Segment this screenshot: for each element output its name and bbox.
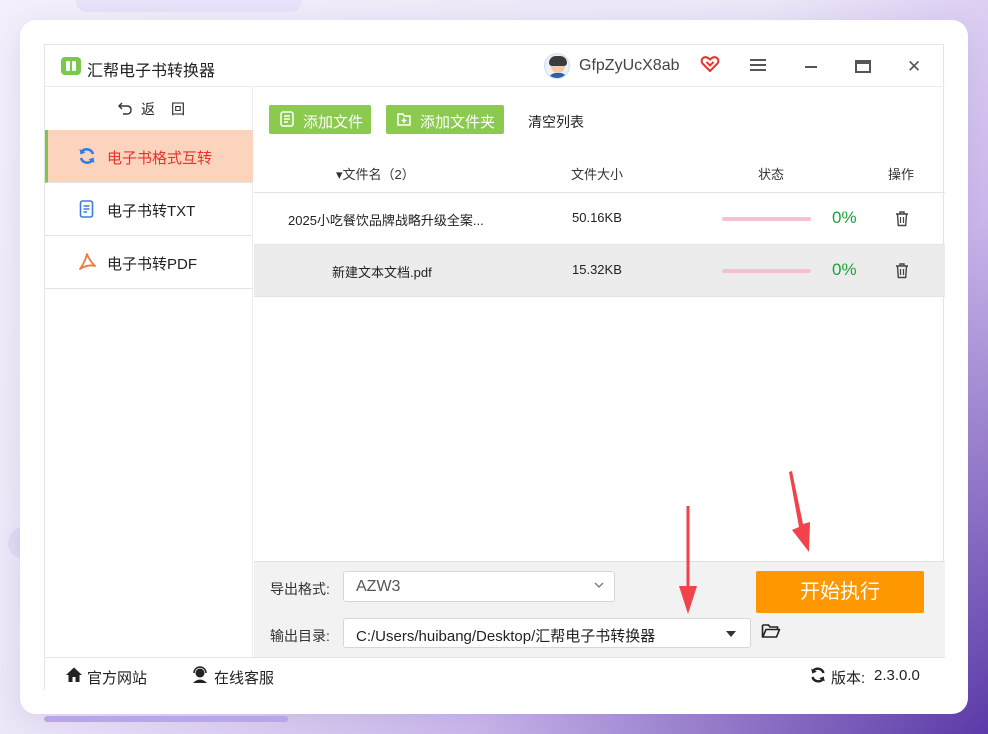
dropdown-caret-icon[interactable] xyxy=(726,631,736,637)
output-dir-label: 输出目录: xyxy=(270,628,330,644)
progress-bar xyxy=(722,217,811,221)
chevron-down-icon xyxy=(594,582,604,588)
add-file-label: 添加文件 xyxy=(303,114,364,131)
back-arrow-icon xyxy=(118,102,132,115)
export-format-label: 导出格式: xyxy=(270,581,330,597)
sidebar-item-label: 电子书转PDF xyxy=(107,256,198,273)
background-bar xyxy=(44,716,288,722)
clear-list-button[interactable]: 清空列表 xyxy=(528,112,584,132)
table-row[interactable]: 新建文本文档.pdf 15.32KB 0% xyxy=(254,245,945,297)
open-folder-icon[interactable] xyxy=(761,622,781,640)
annotation-arrow-down-icon xyxy=(679,506,697,614)
username[interactable]: GfpZyUcX8ab xyxy=(579,57,679,75)
vip-heart-icon[interactable] xyxy=(700,54,720,74)
file-size: 15.32KB xyxy=(572,262,622,277)
annotation-arrow-down-icon xyxy=(789,471,810,552)
back-button[interactable]: 返回 xyxy=(45,87,253,129)
progress-percent: 0% xyxy=(832,208,857,227)
column-header-status: 状态 xyxy=(758,167,785,182)
export-format-select[interactable]: AZW3 xyxy=(343,571,615,602)
customer-service-icon xyxy=(193,666,207,683)
column-header-size: 文件大小 xyxy=(571,167,624,182)
sidebar: 返回 电子书格式互转 电子书转TXT 电子书转PDF xyxy=(45,87,253,657)
version-label: 版本: xyxy=(831,670,866,687)
table-header: ▾文件名（2） 文件大小 状态 操作 xyxy=(254,149,945,193)
close-icon[interactable]: ✕ xyxy=(907,57,921,77)
minimize-icon[interactable] xyxy=(805,66,817,68)
trash-icon[interactable] xyxy=(895,210,909,227)
add-file-button[interactable]: 添加文件 xyxy=(269,105,371,134)
output-dir-value: C:/Users/huibang/Desktop/汇帮电子书转换器 xyxy=(356,628,656,645)
update-refresh-icon[interactable] xyxy=(809,666,827,684)
official-website-link[interactable]: 官方网站 xyxy=(87,667,147,688)
app-window: 汇帮电子书转换器 GfpZyUcX8ab ✕ 返回 电子书格式互转 电子书转TX… xyxy=(44,44,945,691)
export-format-value: AZW3 xyxy=(356,578,401,595)
column-header-name[interactable]: ▾文件名（2） xyxy=(336,164,415,183)
menu-icon[interactable] xyxy=(750,59,766,73)
add-file-icon xyxy=(280,111,294,127)
back-label: 返回 xyxy=(141,101,201,117)
version-value: 2.3.0.0 xyxy=(874,667,920,684)
document-icon xyxy=(79,200,94,218)
status-bar: 官方网站 在线客服 版本: 2.3.0.0 xyxy=(45,657,945,691)
trash-icon[interactable] xyxy=(895,262,909,279)
column-header-action: 操作 xyxy=(888,167,915,182)
start-button[interactable]: 开始执行 xyxy=(756,571,924,613)
output-settings-panel: 导出格式: AZW3 输出目录: C:/Users/huibang/Deskto… xyxy=(254,561,945,657)
background-pill xyxy=(76,0,302,12)
progress-percent: 0% xyxy=(832,260,857,279)
online-support-link[interactable]: 在线客服 xyxy=(214,667,274,688)
home-icon xyxy=(66,667,82,682)
add-folder-icon xyxy=(397,113,411,126)
sidebar-item-label: 电子书转TXT xyxy=(107,203,196,220)
maximize-icon[interactable] xyxy=(855,60,871,73)
add-folder-button[interactable]: 添加文件夹 xyxy=(386,105,504,134)
sidebar-item-to-txt[interactable]: 电子书转TXT xyxy=(45,183,253,236)
file-size: 50.16KB xyxy=(572,210,622,225)
table-row[interactable]: 2025小吃餐饮品牌战略升级全案... 50.16KB 0% xyxy=(254,193,945,245)
sidebar-item-label: 电子书格式互转 xyxy=(107,150,213,167)
file-name: 新建文本文档.pdf xyxy=(332,265,432,280)
sidebar-item-to-pdf[interactable]: 电子书转PDF xyxy=(45,236,253,289)
progress-bar xyxy=(722,269,811,273)
app-logo-icon xyxy=(61,57,81,75)
pdf-icon xyxy=(79,253,96,270)
sidebar-item-format-convert[interactable]: 电子书格式互转 xyxy=(45,130,253,183)
add-folder-label: 添加文件夹 xyxy=(420,114,496,131)
app-title: 汇帮电子书转换器 xyxy=(87,63,216,80)
avatar[interactable] xyxy=(544,53,570,79)
title-bar: 汇帮电子书转换器 GfpZyUcX8ab ✕ xyxy=(45,45,945,87)
file-name: 2025小吃餐饮品牌战略升级全案... xyxy=(288,213,484,228)
output-dir-input[interactable]: C:/Users/huibang/Desktop/汇帮电子书转换器 xyxy=(343,618,751,648)
refresh-icon xyxy=(79,148,95,164)
